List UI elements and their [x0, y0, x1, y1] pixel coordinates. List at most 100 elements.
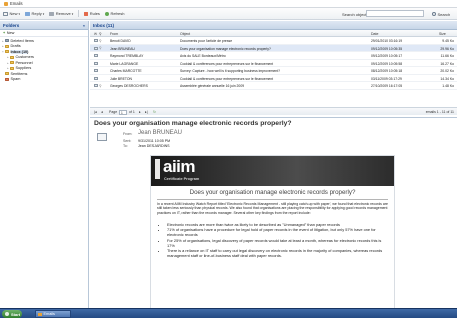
folder-label: Sentitems — [10, 71, 28, 76]
collapse-icon[interactable]: « — [83, 23, 85, 28]
table-row[interactable]: Raymond TREMBLAY Avis du SALE Bordeaux/M… — [90, 52, 457, 60]
folder-icon — [10, 61, 14, 65]
sent-row: Sent: — [123, 139, 131, 143]
page-number-input[interactable]: 1 — [119, 109, 127, 115]
first-page-icon[interactable]: |◂ — [94, 110, 97, 114]
app-icon — [4, 1, 8, 6]
last-page-icon[interactable]: ▸| — [145, 110, 148, 114]
folder-icon — [10, 55, 14, 59]
inbox-folder-icon — [5, 50, 9, 54]
column-size[interactable]: Size — [439, 32, 446, 36]
pagination-bar: |◂ ◂ Page 1 of 1 ▸ ▸| ↻ emails 1 - 11 of… — [90, 107, 457, 115]
row-size: 29.96 Ko — [440, 46, 454, 51]
row-object: Documents pour l'article de presse — [180, 39, 233, 43]
message-preview: Does your organisation manage electronic… — [90, 117, 457, 308]
spam-folder-icon — [5, 77, 9, 81]
sent-value-row: 9/31/2011 10:05 PM — [138, 139, 170, 143]
toolbar-divider — [78, 10, 80, 17]
mail-read-icon — [94, 69, 98, 73]
folder-label: Personnel — [15, 60, 33, 65]
refresh-button-label: Refresh — [110, 11, 125, 16]
reply-icon — [25, 11, 31, 16]
row-date: 09/12/2009 10:05:58 — [371, 61, 403, 66]
table-row[interactable]: ⚲ Jean BRUNEAU Does your organisation ma… — [90, 44, 457, 52]
envelope-icon — [97, 133, 107, 141]
to-row: To: — [123, 144, 128, 148]
start-orb-icon — [5, 312, 9, 316]
search-input[interactable] — [366, 10, 424, 17]
folders-header: Folders « — [0, 21, 88, 30]
search-button[interactable]: Search — [432, 12, 450, 17]
row-size: 16.27 Ko — [440, 61, 454, 66]
prev-page-icon[interactable]: ◂ — [101, 110, 103, 114]
folder-label: Suppliers — [15, 66, 32, 71]
logo-mark — [155, 159, 160, 179]
from-value-row: Jean BRUNEAU — [138, 130, 182, 136]
logo-subtitle: Certificate Program — [164, 177, 200, 181]
row-from: Georges DESROCHERS — [110, 84, 148, 88]
mail-read-icon — [94, 61, 98, 65]
new-folder-button[interactable]: + New — [0, 30, 88, 37]
folder-label: Inbox (10) — [10, 49, 29, 54]
column-date[interactable]: Date — [371, 32, 378, 36]
row-from: Julie BRETON — [110, 76, 132, 81]
search-icon — [432, 12, 436, 16]
row-from: Raymond TREMBLAY — [110, 54, 144, 58]
aiim-logo: aiim — [163, 157, 196, 176]
refresh-list-icon[interactable]: ↻ — [153, 110, 156, 114]
column-from[interactable]: From — [110, 32, 118, 36]
attachment-column-icon[interactable]: ⚲ — [99, 32, 102, 36]
chevron-down-icon: ▾ — [18, 11, 21, 16]
row-date: 09/12/2009 10:05:17 — [371, 54, 403, 58]
list-item: There is a reliance on IT staff to carry… — [167, 248, 387, 259]
folder-label: Spam — [10, 77, 21, 82]
folders-title: Folders — [3, 22, 20, 28]
to-value[interactable]: Jean DESJARDINS — [138, 144, 170, 148]
row-from: Benoit DAVID — [110, 39, 131, 43]
table-row[interactable]: ⚲ Benoit DAVID Documents pour l'article … — [90, 37, 457, 45]
window-titlebar: Emails — [0, 0, 457, 8]
row-from: Jean BRUNEAU — [110, 46, 135, 51]
remove-button[interactable]: Remove ▾ — [49, 11, 73, 16]
rules-icon — [84, 11, 89, 16]
refresh-button[interactable]: Refresh — [104, 11, 125, 16]
search-button-label: Search — [437, 11, 451, 17]
new-button[interactable]: New ▾ — [3, 11, 20, 16]
table-row[interactable]: ⚲ Georges DESROCHERS Assemblée générale … — [90, 82, 457, 90]
table-row[interactable]: Julie BRETON Cocktail & conférences pour… — [90, 75, 457, 82]
next-page-icon[interactable]: ▸ — [139, 110, 141, 114]
row-object: Assemblée générale annuelle 16 juin 2009 — [180, 84, 245, 88]
body-intro: In a recent AIIM Industry Watch Report t… — [157, 202, 388, 215]
divider — [157, 199, 388, 200]
list-item: 71% of organisations have a procedure fo… — [167, 228, 387, 238]
sent-label: Sent: — [123, 139, 132, 143]
row-object: Does your organisation manage electronic… — [180, 46, 271, 51]
folder-icon — [5, 44, 9, 48]
table-row[interactable]: Marie LAGRANGE Cocktail & conférences po… — [90, 60, 457, 67]
sender-name[interactable]: Jean BRUNEAU — [138, 130, 182, 136]
column-object[interactable]: Object — [180, 32, 190, 36]
start-button[interactable]: Start — [2, 310, 22, 318]
mail-read-icon — [94, 84, 98, 88]
row-object: Cocktail & conférences pour entrepreneur… — [180, 76, 274, 81]
row-size: 9.45 Ko — [442, 39, 454, 43]
rules-button[interactable]: Rules — [84, 11, 100, 16]
row-size: 20.02 Ko — [440, 69, 454, 73]
read-status-column-icon[interactable]: ✉ — [94, 32, 97, 36]
table-row[interactable]: Charles MARCOTTE Survey: Capture - how w… — [90, 67, 457, 75]
mail-read-icon — [94, 54, 98, 58]
main-toolbar: New ▾ Reply ▾ Remove ▾ Rules Refresh Sea… — [0, 8, 457, 20]
taskbar-item-label: Emails — [43, 312, 55, 316]
row-object: Cocktail & conférences pour entrepreneur… — [180, 61, 274, 66]
aiim-banner: aiim Certificate Program — [151, 156, 394, 186]
folders-panel: Folders « + New + Deleted Items + Drafts… — [0, 21, 89, 308]
folder-spam[interactable]: Spam — [0, 77, 88, 83]
refresh-icon — [104, 11, 109, 16]
taskbar-item-emails[interactable]: Emails — [35, 310, 71, 318]
start-label: Start — [11, 311, 21, 317]
reply-button[interactable]: Reply ▾ — [25, 11, 44, 16]
new-folder-label: New — [6, 31, 15, 35]
inbox-title: Inbox (11) — [93, 22, 115, 28]
paperclip-icon: ⚲ — [99, 83, 102, 88]
from-label: From: — [123, 132, 133, 136]
